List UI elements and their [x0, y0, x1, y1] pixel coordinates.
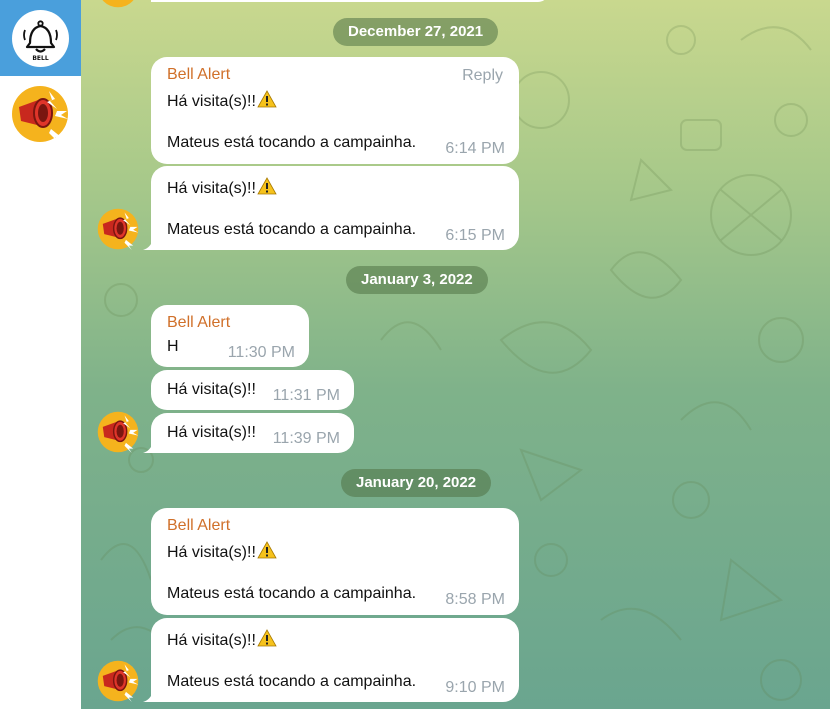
message-bubble[interactable]: Há visita(s)!! Mateus está tocando a cam…: [151, 166, 519, 250]
sender-name: Bell Alert: [167, 66, 231, 83]
chat-area[interactable]: December 27, 2021 January 3, 2022 Januar…: [81, 0, 830, 709]
message-bubble[interactable]: Há visita(s)!! 11:39 PM: [151, 413, 354, 453]
message-bubble-partial[interactable]: [151, 0, 549, 2]
date-separator: January 3, 2022: [346, 266, 488, 294]
bell-logo-text: BELL: [32, 55, 48, 62]
message-bubble[interactable]: Bell Alert Reply Há visita(s)!! Mateus e…: [151, 57, 519, 164]
message-text: Mateus está tocando a campainha.: [167, 673, 417, 690]
message-text: H: [167, 338, 179, 355]
warning-icon: [257, 541, 277, 559]
megaphone-avatar-icon: [12, 86, 68, 143]
message-text: Há visita(s)!!: [167, 541, 277, 562]
bubble-tail: [143, 240, 153, 250]
megaphone-avatar-icon: [97, 411, 139, 453]
chat-list-sidebar: BELL: [0, 0, 81, 709]
date-separator: December 27, 2021: [333, 18, 499, 46]
warning-icon: [257, 177, 277, 195]
message-text: Mateus está tocando a campainha.: [167, 585, 417, 602]
message-time: 9:10 PM: [445, 679, 505, 696]
date-separator: January 20, 2022: [341, 469, 492, 497]
message-time: 11:31 PM: [272, 387, 340, 404]
message-text: Mateus está tocando a campainha.: [167, 134, 417, 151]
message-text: Há visita(s)!!: [167, 629, 277, 650]
megaphone-avatar-icon: [97, 208, 139, 250]
megaphone-avatar-icon: [102, 0, 134, 8]
reply-button[interactable]: Reply: [462, 67, 503, 85]
message-time: 8:58 PM: [445, 591, 505, 608]
sender-name: Bell Alert: [167, 517, 231, 534]
message-text: Há visita(s)!!: [167, 424, 256, 441]
message-text: Há visita(s)!!: [167, 177, 277, 198]
megaphone-avatar-icon: [97, 660, 139, 702]
message-bubble[interactable]: Há visita(s)!! Mateus está tocando a cam…: [151, 618, 519, 702]
message-text: Mateus está tocando a campainha.: [167, 221, 417, 238]
message-time: 6:14 PM: [445, 140, 505, 157]
warning-icon: [257, 629, 277, 647]
message-bubble[interactable]: Bell Alert Há visita(s)!! Mateus está to…: [151, 508, 519, 615]
message-bubble[interactable]: Há visita(s)!! 11:31 PM: [151, 370, 354, 410]
message-time: 6:15 PM: [445, 227, 505, 244]
chat-item-bell-active[interactable]: BELL: [0, 0, 81, 76]
bubble-tail: [143, 443, 153, 453]
bell-logo-icon: BELL: [12, 10, 69, 67]
message-text: Há visita(s)!!: [167, 90, 277, 111]
bubble-tail: [143, 692, 153, 702]
chat-item-bell-alert[interactable]: [11, 85, 69, 143]
message-time: 11:30 PM: [227, 344, 295, 361]
warning-icon: [257, 90, 277, 108]
message-time: 11:39 PM: [272, 430, 340, 447]
message-text: Há visita(s)!!: [167, 381, 256, 398]
message-bubble[interactable]: Bell Alert H 11:30 PM: [151, 305, 309, 367]
sender-name: Bell Alert: [167, 314, 231, 331]
